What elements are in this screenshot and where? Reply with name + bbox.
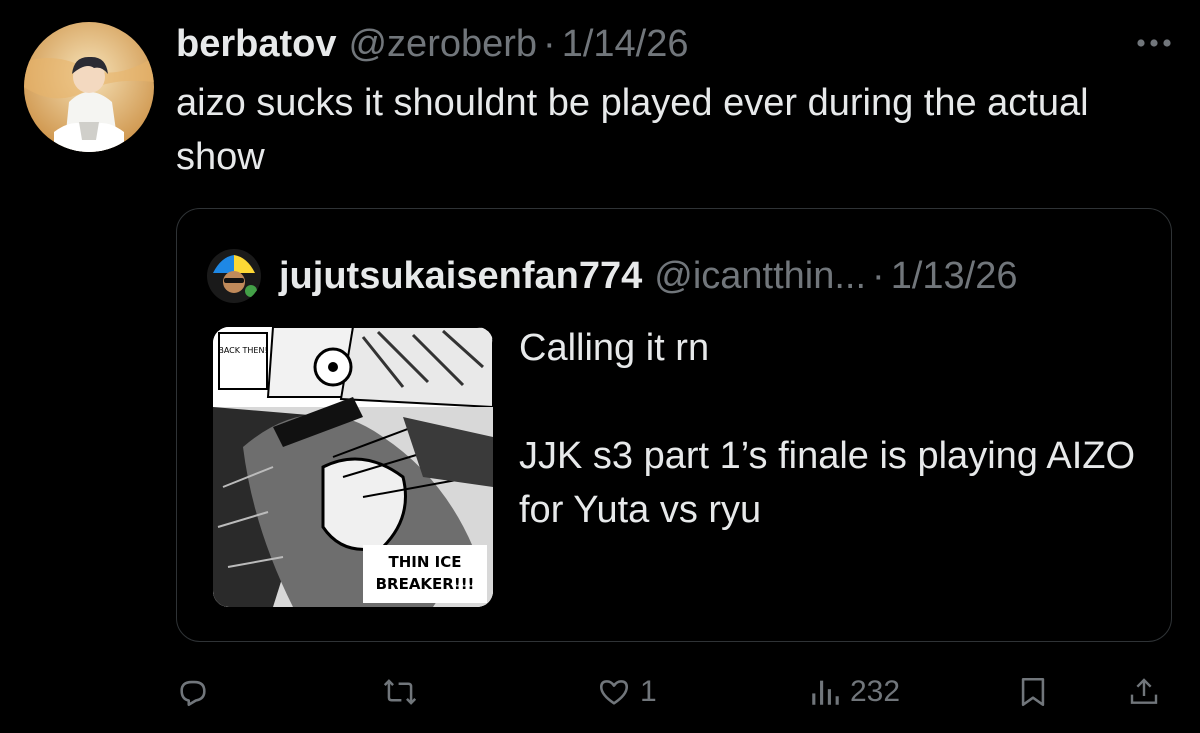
media-caption-top: BACK THEN! xyxy=(218,346,267,355)
bookmark-button[interactable] xyxy=(1018,664,1048,720)
like-count: 1 xyxy=(640,675,657,708)
tweet-text: aizo sucks it shouldnt be played ever du… xyxy=(176,82,1089,178)
quoted-header-separator: · xyxy=(872,254,885,297)
repost-button[interactable] xyxy=(382,664,426,720)
reply-icon xyxy=(180,680,206,707)
views-icon xyxy=(812,680,839,705)
quoted-text: Calling it rn JJK s3 part 1’s finale is … xyxy=(519,321,1139,537)
quoted-author-name[interactable]: jujutsukaisenfan774 xyxy=(279,255,642,298)
repost-icon xyxy=(383,679,417,705)
quoted-avatar-image xyxy=(207,249,261,303)
quoted-avatar[interactable] xyxy=(207,249,261,303)
tweet[interactable]: berbatov @zeroberb · 1/14/26 aizo sucks … xyxy=(0,0,1200,733)
quoted-header: jujutsukaisenfan774 @icantthin... · 1/13… xyxy=(279,249,1018,303)
share-icon xyxy=(1130,678,1158,704)
quoted-date[interactable]: 1/13/26 xyxy=(891,255,1018,298)
manga-panel-image: BACK THEN! THIN ICE BREAKER!!! xyxy=(213,327,493,607)
quoted-media-image[interactable]: BACK THEN! THIN ICE BREAKER!!! xyxy=(213,327,493,607)
share-button[interactable] xyxy=(1128,664,1160,720)
more-options-button[interactable] xyxy=(1132,28,1176,58)
bookmark-icon xyxy=(1021,677,1045,707)
tweet-date[interactable]: 1/14/26 xyxy=(562,18,689,70)
like-button[interactable]: 1 xyxy=(596,664,657,720)
media-caption-bottom-2: BREAKER!!! xyxy=(376,575,475,593)
views-button[interactable]: 232 xyxy=(808,664,900,720)
author-handle[interactable]: @zeroberb xyxy=(348,18,537,70)
tweet-header: berbatov @zeroberb · 1/14/26 xyxy=(176,18,689,70)
quoted-author-handle[interactable]: @icantthin... xyxy=(654,255,866,298)
more-icon xyxy=(1137,39,1171,47)
header-separator: · xyxy=(543,23,556,65)
author-name[interactable]: berbatov xyxy=(176,18,336,70)
action-bar: 1 232 xyxy=(176,664,1176,720)
avatar-image xyxy=(24,22,154,152)
quoted-tweet[interactable]: jujutsukaisenfan774 @icantthin... · 1/13… xyxy=(176,208,1172,642)
quoted-text-line-1: Calling it rn xyxy=(519,327,710,369)
avatar[interactable] xyxy=(24,22,154,152)
quoted-text-line-2: JJK s3 part 1’s finale is playing AIZO f… xyxy=(519,435,1136,531)
heart-icon xyxy=(599,680,629,705)
reply-button[interactable] xyxy=(176,664,218,720)
media-caption-bottom-1: THIN ICE xyxy=(389,553,462,571)
views-count: 232 xyxy=(850,675,901,708)
